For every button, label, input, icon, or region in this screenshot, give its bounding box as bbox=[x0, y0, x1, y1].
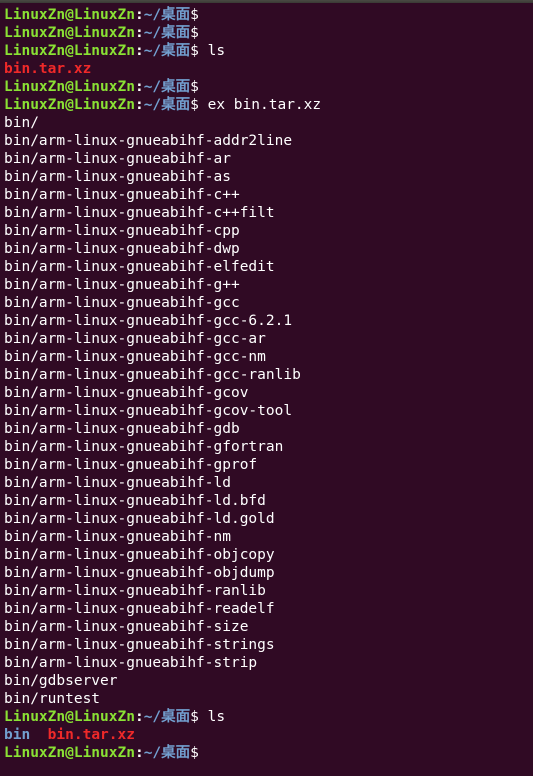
prompt-symbol: $ bbox=[190, 25, 199, 41]
prompt-symbol: $ bbox=[190, 709, 199, 725]
directory-entry: bin bbox=[4, 727, 31, 743]
prompt-line: LinuxZn@LinuxZn:~/桌面$ bbox=[4, 78, 533, 96]
prompt-path: ~/桌面 bbox=[143, 709, 191, 725]
active-prompt-line: LinuxZn@LinuxZn:~/桌面$ bbox=[4, 744, 533, 762]
extracted-file-line: bin/arm-linux-gnueabihf-objcopy bbox=[4, 547, 275, 563]
extracted-file-line: bin/runtest bbox=[4, 691, 101, 707]
prompt-line: LinuxZn@LinuxZn:~/桌面$ bbox=[4, 6, 533, 24]
prompt-symbol: $ bbox=[190, 97, 199, 113]
extracted-file-line: bin/arm-linux-gnueabihf-ld.bfd bbox=[4, 493, 266, 509]
extracted-file-line: bin/arm-linux-gnueabihf-gcc-nm bbox=[4, 349, 266, 365]
extracted-file-line: bin/arm-linux-gnueabihf-readelf bbox=[4, 601, 275, 617]
extracted-file-line: bin/arm-linux-gnueabihf-gcov-tool bbox=[4, 403, 293, 419]
prompt-line: LinuxZn@LinuxZn:~/桌面$ ex bin.tar.xz bbox=[4, 96, 533, 114]
extracted-file-line: bin/arm-linux-gnueabihf-strip bbox=[4, 655, 258, 671]
extracted-file-line: bin/arm-linux-gnueabihf-gfortran bbox=[4, 439, 284, 455]
prompt-user-host: LinuxZn@LinuxZn bbox=[4, 97, 135, 113]
ls-output-line: bin bin.tar.xz bbox=[4, 726, 533, 744]
extracted-file-line: bin/arm-linux-gnueabihf-g++ bbox=[4, 277, 240, 293]
extracted-file-line: bin/ bbox=[4, 115, 39, 131]
ls-output-line: bin.tar.xz bbox=[4, 60, 533, 78]
typed-command: ls bbox=[198, 709, 226, 725]
extracted-file-line: bin/arm-linux-gnueabihf-addr2line bbox=[4, 133, 293, 149]
prompt-symbol: $ bbox=[190, 745, 199, 761]
extracted-file-line: bin/arm-linux-gnueabihf-cpp bbox=[4, 223, 240, 239]
archive-file-entry: bin.tar.xz bbox=[47, 727, 135, 743]
typed-command: ls bbox=[198, 43, 226, 59]
extracted-file-line: bin/arm-linux-gnueabihf-elfedit bbox=[4, 259, 275, 275]
prompt-path: ~/桌面 bbox=[143, 79, 191, 95]
extracted-file-line: bin/arm-linux-gnueabihf-gcc-6.2.1 bbox=[4, 313, 293, 329]
extracted-file-line: bin/arm-linux-gnueabihf-gcc-ar bbox=[4, 331, 266, 347]
extracted-file-line: bin/arm-linux-gnueabihf-objdump bbox=[4, 565, 275, 581]
extracted-file-line: bin/arm-linux-gnueabihf-gcc-ranlib bbox=[4, 367, 301, 383]
extracted-file-line: bin/arm-linux-gnueabihf-as bbox=[4, 169, 231, 185]
extracted-file-line: bin/arm-linux-gnueabihf-dwp bbox=[4, 241, 240, 257]
prompt-colon: : bbox=[134, 745, 144, 761]
prompt-symbol: $ bbox=[190, 7, 199, 23]
prompt-path: ~/桌面 bbox=[143, 7, 191, 23]
extracted-file-line: bin/gdbserver bbox=[4, 673, 118, 689]
prompt-colon: : bbox=[134, 79, 144, 95]
prompt-path: ~/桌面 bbox=[143, 97, 191, 113]
prompt-user-host: LinuxZn@LinuxZn bbox=[4, 745, 135, 761]
extracted-file-line: bin/arm-linux-gnueabihf-c++ bbox=[4, 187, 240, 203]
prompt-line: LinuxZn@LinuxZn:~/桌面$ bbox=[4, 24, 533, 42]
prompt-symbol: $ bbox=[190, 43, 199, 59]
prompt-user-host: LinuxZn@LinuxZn bbox=[4, 43, 135, 59]
extracted-file-line: bin/arm-linux-gnueabihf-ar bbox=[4, 151, 231, 167]
prompt-user-host: LinuxZn@LinuxZn bbox=[4, 7, 135, 23]
extracted-file-line: bin/arm-linux-gnueabihf-ld bbox=[4, 475, 231, 491]
extracted-file-line: bin/arm-linux-gnueabihf-gdb bbox=[4, 421, 240, 437]
archive-file-entry: bin.tar.xz bbox=[4, 61, 92, 77]
prompt-line: LinuxZn@LinuxZn:~/桌面$ ls bbox=[4, 42, 533, 60]
prompt-colon: : bbox=[134, 43, 144, 59]
prompt-colon: : bbox=[134, 7, 144, 23]
prompt-line: LinuxZn@LinuxZn:~/桌面$ ls bbox=[4, 708, 533, 726]
prompt-path: ~/桌面 bbox=[143, 43, 191, 59]
typed-command: ex bin.tar.xz bbox=[198, 97, 322, 113]
extracted-file-line: bin/arm-linux-gnueabihf-ld.gold bbox=[4, 511, 275, 527]
prompt-path: ~/桌面 bbox=[143, 745, 191, 761]
extracted-file-line: bin/arm-linux-gnueabihf-gcov bbox=[4, 385, 249, 401]
prompt-symbol: $ bbox=[190, 79, 199, 95]
prompt-user-host: LinuxZn@LinuxZn bbox=[4, 79, 135, 95]
extracted-file-line: bin/arm-linux-gnueabihf-ranlib bbox=[4, 583, 266, 599]
prompt-colon: : bbox=[134, 709, 144, 725]
prompt-colon: : bbox=[134, 97, 144, 113]
prompt-path: ~/桌面 bbox=[143, 25, 191, 41]
extracted-file-line: bin/arm-linux-gnueabihf-gcc bbox=[4, 295, 240, 311]
text-cursor bbox=[199, 744, 208, 760]
prompt-colon: : bbox=[134, 25, 144, 41]
prompt-user-host: LinuxZn@LinuxZn bbox=[4, 709, 135, 725]
extracted-file-line: bin/arm-linux-gnueabihf-nm bbox=[4, 529, 231, 545]
terminal-output[interactable]: LinuxZn@LinuxZn:~/桌面$ LinuxZn@LinuxZn:~/桌… bbox=[0, 0, 533, 776]
extracted-file-line: bin/arm-linux-gnueabihf-gprof bbox=[4, 457, 258, 473]
extracted-file-line: bin/arm-linux-gnueabihf-strings bbox=[4, 637, 275, 653]
extracted-file-line: bin/arm-linux-gnueabihf-size bbox=[4, 619, 249, 635]
extracted-file-line: bin/arm-linux-gnueabihf-c++filt bbox=[4, 205, 275, 221]
prompt-user-host: LinuxZn@LinuxZn bbox=[4, 25, 135, 41]
